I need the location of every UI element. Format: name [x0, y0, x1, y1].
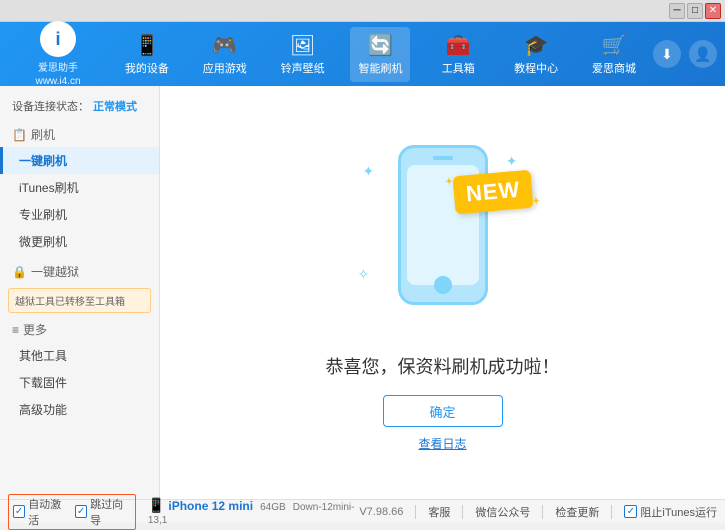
device-name: iPhone 12 mini — [168, 499, 253, 513]
logo-name: 爱思助手 — [38, 59, 78, 74]
micro-flash-label: 微更刷机 — [19, 235, 67, 249]
minimize-btn[interactable]: ─ — [669, 3, 685, 19]
download-btn[interactable]: ⬇ — [653, 40, 681, 68]
nav-apps-games[interactable]: 🎮 应用游戏 — [195, 27, 255, 82]
nav-my-device[interactable]: 📱 我的设备 — [117, 27, 177, 82]
nav-wallpaper[interactable]: 🖼 铃声壁纸 — [273, 27, 333, 82]
divider-4 — [611, 505, 612, 519]
nav-right: ⬇ 👤 — [653, 40, 717, 68]
nav-apps-label: 应用游戏 — [203, 60, 247, 76]
nav-smart-flash[interactable]: 🔄 智能刷机 — [350, 27, 410, 82]
status-value: 正常模式 — [93, 98, 137, 114]
sidebar-item-onekey-flash[interactable]: 一键刷机 — [0, 147, 159, 174]
device-storage: 64GB — [260, 502, 286, 513]
section-flash-label: 刷机 — [31, 126, 55, 143]
logo-icon: i — [40, 21, 76, 57]
sparkle-3: ✧ — [358, 266, 370, 283]
sidebar-item-download-firmware[interactable]: 下载固件 — [0, 369, 159, 396]
nav-flash-icon: 🔄 — [368, 33, 393, 58]
download-firmware-label: 下载固件 — [19, 376, 67, 390]
bottom-left: ✓ 自动激活 ✓ 跳过向导 📱 iPhone 12 mini 64GB Down… — [8, 494, 359, 530]
nav-store-icon: 🛒 — [602, 33, 627, 58]
divider-3 — [542, 505, 543, 519]
section-jailbreak-label: 一键越狱 — [31, 263, 79, 280]
advanced-label: 高级功能 — [19, 403, 67, 417]
pro-flash-label: 专业刷机 — [19, 208, 67, 222]
diary-link[interactable]: 查看日志 — [418, 435, 466, 452]
nav-wallpaper-label: 铃声壁纸 — [281, 60, 325, 76]
checkbox-auto-activate-box: ✓ — [13, 505, 25, 518]
new-badge: NEW — [453, 170, 534, 215]
success-text: 恭喜您，保资料刷机成功啦！ — [326, 353, 560, 379]
sidebar-item-micro-flash[interactable]: 微更刷机 — [0, 228, 159, 255]
status-label: 设备连接状态： — [12, 98, 89, 114]
wechat-link[interactable]: 微信公众号 — [475, 504, 530, 520]
maximize-btn[interactable]: □ — [687, 3, 703, 19]
nav-toolbox-icon: 🧰 — [446, 33, 471, 58]
sparkle-1: ✦ — [363, 163, 375, 180]
nav-tutorial-label: 教程中心 — [514, 60, 558, 76]
nav-device-icon: 📱 — [134, 33, 159, 58]
title-bar: ─ □ ✕ — [0, 0, 725, 22]
sidebar-item-pro-flash[interactable]: 专业刷机 — [0, 201, 159, 228]
divider-1 — [415, 505, 416, 519]
version-text: V7.98.66 — [359, 506, 403, 518]
nav-toolbox[interactable]: 🧰 工具箱 — [428, 27, 488, 82]
check-update-link[interactable]: 检查更新 — [555, 504, 599, 520]
divider-2 — [462, 505, 463, 519]
checkbox-skip-wizard-box: ✓ — [75, 505, 87, 518]
jailbreak-info-box: 越狱工具已转移至工具箱 — [8, 288, 151, 313]
phone-body — [398, 145, 488, 305]
nav-tutorial[interactable]: 🎓 教程中心 — [506, 27, 566, 82]
section-header-more: ≡ 更多 — [0, 317, 159, 342]
other-tools-label: 其他工具 — [19, 349, 67, 363]
sidebar-item-advanced[interactable]: 高级功能 — [0, 396, 159, 423]
jailbreak-icon: 🔒 — [12, 265, 27, 279]
nav-toolbox-label: 工具箱 — [442, 60, 475, 76]
section-header-flash: 📋 刷机 — [0, 122, 159, 147]
nav-store-label: 爱思商城 — [592, 60, 636, 76]
itunes-checkbox-box: ✓ — [624, 505, 637, 518]
section-header-jailbreak: 🔒 一键越狱 — [0, 259, 159, 284]
itunes-checkbox[interactable]: ✓ 阻止iTunes运行 — [624, 504, 717, 520]
bottom-bar: ✓ 自动激活 ✓ 跳过向导 📱 iPhone 12 mini 64GB Down… — [0, 499, 725, 523]
sidebar-item-other-tools[interactable]: 其他工具 — [0, 342, 159, 369]
nav-device-label: 我的设备 — [125, 60, 169, 76]
close-btn[interactable]: ✕ — [705, 3, 721, 19]
phone-home-btn — [434, 276, 452, 294]
section-flash-icon: 📋 — [12, 128, 27, 142]
confirm-button[interactable]: 确定 — [383, 395, 503, 427]
sparkle-2: ✦ — [506, 153, 518, 170]
nav-wallpaper-icon: 🖼 — [290, 33, 315, 58]
top-nav: i 爱思助手 www.i4.cn 📱 我的设备 🎮 应用游戏 🖼 铃声壁纸 🔄 … — [0, 22, 725, 86]
nav-flash-label: 智能刷机 — [358, 60, 402, 76]
onekey-flash-label: 一键刷机 — [19, 154, 67, 168]
status-bar: 设备连接状态： 正常模式 — [0, 94, 159, 118]
sidebar-item-itunes-flash[interactable]: iTunes刷机 — [0, 174, 159, 201]
nav-apps-icon: 🎮 — [212, 33, 237, 58]
bottom-right: V7.98.66 客服 微信公众号 检查更新 ✓ 阻止iTunes运行 — [359, 504, 717, 520]
phone-speaker — [433, 156, 453, 160]
section-more-label: 更多 — [23, 321, 47, 338]
itunes-flash-label: iTunes刷机 — [19, 181, 79, 195]
sidebar: 设备连接状态： 正常模式 📋 刷机 一键刷机 iTunes刷机 专业刷机 微更刷… — [0, 86, 160, 499]
logo[interactable]: i 爱思助手 www.i4.cn — [8, 21, 108, 87]
user-btn[interactable]: 👤 — [689, 40, 717, 68]
itunes-label: 阻止iTunes运行 — [640, 504, 717, 520]
nav-items: 📱 我的设备 🎮 应用游戏 🖼 铃声壁纸 🔄 智能刷机 🧰 工具箱 🎓 教程中心… — [108, 27, 653, 82]
nav-tutorial-icon: 🎓 — [524, 33, 549, 58]
device-info: 📱 iPhone 12 mini 64GB Down-12mini-13,1 — [148, 497, 359, 526]
main-area: 设备连接状态： 正常模式 📋 刷机 一键刷机 iTunes刷机 专业刷机 微更刷… — [0, 86, 725, 499]
more-icon: ≡ — [12, 323, 19, 337]
success-illustration: ✦ ✦ ✧ NEW — [343, 133, 543, 333]
customer-service-link[interactable]: 客服 — [428, 504, 450, 520]
content-area: ✦ ✦ ✧ NEW 恭喜您，保资料刷机成功啦！ 确定 查看日志 — [160, 86, 725, 499]
device-icon: 📱 — [148, 497, 165, 513]
jailbreak-info-text: 越狱工具已转移至工具箱 — [15, 297, 125, 308]
checkbox-group: ✓ 自动激活 ✓ 跳过向导 — [8, 494, 136, 530]
nav-store[interactable]: 🛒 爱思商城 — [584, 27, 644, 82]
